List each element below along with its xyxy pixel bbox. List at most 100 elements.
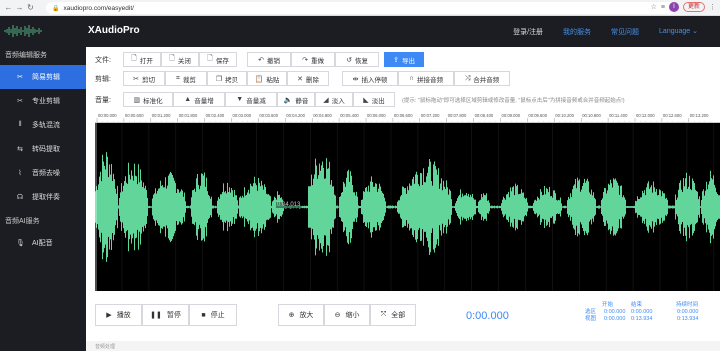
- sidebar-item-label: 多轨混流: [32, 122, 60, 129]
- sidebar-item-label: 音频去噪: [32, 170, 60, 177]
- sidebar-item-denoise[interactable]: ⌇ 音频去噪: [0, 161, 86, 185]
- undo-button[interactable]: ↶ 撤销: [247, 52, 291, 67]
- stop-icon: ■: [201, 311, 206, 319]
- sidebar: 音频编辑服务 ✂ 简易剪辑 ✂ 专业剪辑 ⦀ 多轨混流 ⇆ 转码提取 ⌇ 音频去…: [0, 47, 86, 351]
- sidebar-item-multitrack[interactable]: ⦀ 多轨混流: [0, 113, 86, 137]
- current-time-display: 0:00.000: [466, 310, 509, 322]
- copy-button[interactable]: ❐ 拷贝: [207, 71, 247, 86]
- merge-audio-button[interactable]: ⤨ 合并音频: [454, 71, 510, 86]
- redo-button[interactable]: ↷ 重做: [291, 52, 335, 67]
- more-icon[interactable]: ⋮: [709, 3, 716, 11]
- scissors-icon: ✂: [17, 98, 23, 105]
- start-header: 开始: [602, 302, 614, 308]
- zoom-in-icon: ⊕: [288, 312, 295, 319]
- sidebar-item-label: 提取伴奏: [32, 194, 60, 201]
- update-button[interactable]: 更新: [682, 2, 705, 12]
- fade-in-button[interactable]: ◢ 淡入: [315, 92, 353, 107]
- open-button[interactable]: 🗋 打开: [123, 52, 161, 67]
- normalize-button[interactable]: ▥ 标准化: [123, 92, 173, 107]
- app-header: XAudioPro 登录/注册 我的服务 常见问题 Language ⌄: [0, 16, 720, 47]
- sidebar-item-label: 简易剪辑: [32, 74, 60, 81]
- waveform-canvas[interactable]: [95, 123, 720, 291]
- ruler-tick-label: 00:07.800: [448, 113, 467, 118]
- address-bar[interactable]: 🔒 xaudiopro.com/easyedit/: [46, 2, 676, 14]
- timeline-ruler[interactable]: 00:00.000 00:00.600 00:01.200 00:01.800 00:0…: [95, 111, 720, 123]
- save-button[interactable]: 🗋 保存: [199, 52, 237, 67]
- volume-down-button[interactable]: ▼ 音量减: [225, 92, 277, 107]
- sidebar-item-ai-dubbing[interactable]: 🎙 AI配音: [0, 231, 86, 255]
- nav-login[interactable]: 登录/注册: [513, 27, 543, 37]
- cut-button[interactable]: ✂ 剪切: [123, 71, 165, 86]
- sidebar-item-pro-edit[interactable]: ✂ 专业剪辑: [0, 89, 86, 113]
- star-icon[interactable]: ☆: [651, 3, 657, 11]
- stop-button[interactable]: ■ 停止: [189, 304, 237, 326]
- mic-icon: 🎙: [16, 240, 25, 247]
- ruler-tick-label: 00:04.200: [286, 113, 305, 118]
- zoom-in-button[interactable]: ⊕ 放大: [278, 304, 324, 326]
- paste-button[interactable]: 📋 粘贴: [247, 71, 287, 86]
- view-end: 0:13.934: [631, 316, 653, 322]
- ruler-tick-label: 00:13.200: [690, 113, 709, 118]
- restore-icon: ↺: [346, 56, 352, 64]
- play-icon: ▶: [106, 312, 112, 319]
- undo-icon: ↶: [258, 56, 264, 64]
- close-button[interactable]: 🗋 关闭: [161, 52, 199, 67]
- file-label: 文件:: [95, 56, 111, 64]
- reload-icon[interactable]: ↻: [25, 3, 36, 12]
- tracks-icon: ⦀: [18, 121, 22, 128]
- edit-label: 剪辑:: [95, 75, 111, 83]
- fade-out-button[interactable]: ◣ 淡出: [353, 92, 395, 107]
- volume-up-button[interactable]: ▲ 音量增: [173, 92, 225, 107]
- splice-audio-button[interactable]: ∩ 拼接音频: [398, 71, 454, 86]
- duration-header: 持续时间: [676, 302, 699, 308]
- fade-in-icon: ◢: [323, 96, 329, 104]
- brand-name: XAudioPro: [88, 25, 140, 36]
- hint-text: (提示: "鼠标拖动"即可选择区域剪辑或修改音量, "鼠标点击后"为拼接音频或合…: [402, 97, 625, 104]
- fit-all-icon: ⤧: [380, 311, 387, 318]
- restore-button[interactable]: ↺ 恢复: [335, 52, 379, 67]
- mute-button[interactable]: 🔈 静音: [277, 92, 315, 107]
- cursor-time-label: 0:04.013: [276, 202, 302, 208]
- view-row-label: 视图: [585, 316, 597, 322]
- ruler-tick-label: 00:12.000: [636, 113, 655, 118]
- scissors-icon: ✂: [17, 74, 23, 81]
- sidebar-section-title: 音频编辑服务: [5, 52, 47, 59]
- browser-toolbar: ← → ↻ 🔒 xaudiopro.com/easyedit/ ☆ ≡ I 更新…: [0, 0, 720, 16]
- ruler-tick-label: 00:04.800: [313, 113, 332, 118]
- sidebar-item-label: 专业剪辑: [32, 98, 60, 105]
- volume-toolbar: 音量: ▥ 标准化 ▲ 音量增 ▼ 音量减 🔈 静音 ◢ 淡入 ◣ 淡出 (提示: "鼠标拖…: [86, 89, 720, 110]
- volume-label: 音量:: [95, 96, 111, 104]
- footer-text: 音频处理: [95, 344, 116, 350]
- delete-button[interactable]: ✕ 删除: [287, 71, 329, 86]
- nav-my-services[interactable]: 我的服务: [563, 27, 591, 37]
- sidebar-item-label: AI配音: [32, 240, 53, 247]
- view-start: 0:00.000: [604, 316, 626, 322]
- play-button[interactable]: ▶ 播放: [95, 304, 142, 326]
- zoom-out-icon: ⊖: [334, 312, 341, 319]
- crop-button[interactable]: ⌗ 裁剪: [165, 71, 207, 86]
- ruler-tick-label: 00:03.000: [233, 113, 252, 118]
- file-toolbar: 文件: 🗋 打开 🗋 关闭 🗋 保存 ↶ 撤销 ↷ 重做 ↺ 恢复 ⇪ 导出: [86, 49, 720, 70]
- forward-icon[interactable]: →: [14, 3, 25, 12]
- back-icon[interactable]: ←: [3, 3, 14, 12]
- insert-icon: ⇹: [352, 75, 359, 83]
- volume-up-icon: ▲: [184, 96, 192, 103]
- profile-avatar[interactable]: I: [668, 2, 679, 12]
- ruler-tick-label: 00:01.800: [179, 113, 198, 118]
- menu-list-icon[interactable]: ≡: [661, 4, 665, 11]
- ruler-tick-label: 00:07.200: [421, 113, 440, 118]
- insert-pause-button[interactable]: ⇹ 插入停顿: [342, 71, 398, 86]
- pause-button[interactable]: ❚❚ 暂停: [142, 304, 189, 326]
- edit-toolbar: 剪辑: ✂ 剪切 ⌗ 裁剪 ❐ 拷贝 📋 粘贴 ✕ 删除 ⇹ 插入停顿 ∩ 拼接音频 ⤨ 合并音…: [86, 68, 720, 89]
- nav-faq[interactable]: 常见问题: [611, 27, 639, 37]
- export-button[interactable]: ⇪ 导出: [384, 52, 424, 67]
- zoom-out-button[interactable]: ⊖ 缩小: [324, 304, 370, 326]
- sidebar-item-convert[interactable]: ⇆ 转码提取: [0, 137, 86, 161]
- sidebar-item-simple-edit[interactable]: ✂ 简易剪辑: [0, 65, 86, 89]
- sidebar-item-accompaniment[interactable]: ☊ 提取伴奏: [0, 185, 86, 209]
- headphones-icon: ☊: [16, 194, 24, 201]
- export-icon: ⇪: [393, 56, 399, 64]
- ruler-tick-label: 00:01.200: [152, 113, 171, 118]
- zoom-all-button[interactable]: ⤧ 全部: [370, 304, 416, 326]
- nav-language[interactable]: Language ⌄: [659, 27, 698, 37]
